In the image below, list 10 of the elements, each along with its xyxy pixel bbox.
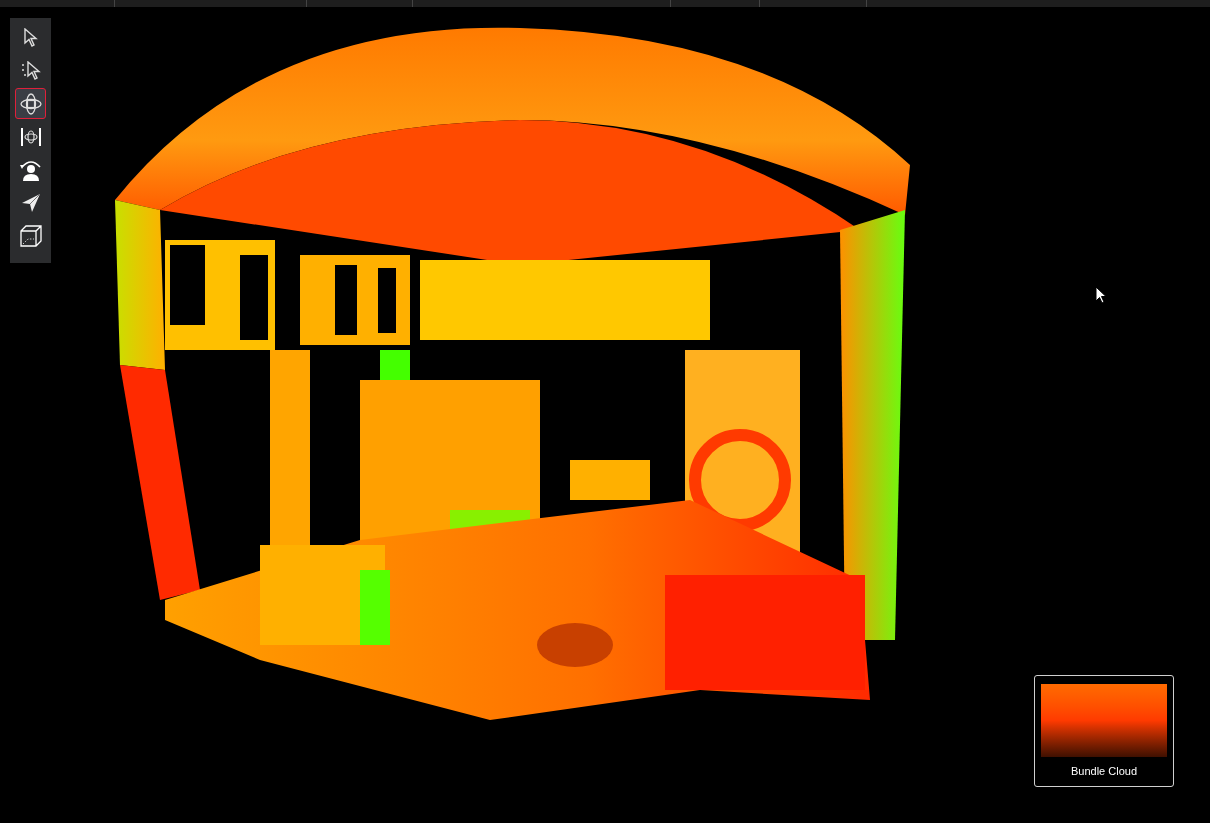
dotted-pointer-icon: [20, 60, 41, 81]
pan-icon: [19, 126, 42, 147]
paper-plane-icon: [20, 192, 41, 213]
pointer-icon: [22, 27, 39, 48]
cloud-thumbnail-card[interactable]: Bundle Cloud: [1034, 675, 1174, 787]
tool-button[interactable]: [15, 88, 46, 119]
orbit-icon: [19, 92, 42, 115]
mouse-pointer-icon: [1095, 286, 1107, 304]
cloud-name: Bundle Cloud: [1070, 764, 1138, 778]
cube-icon: [19, 224, 42, 247]
